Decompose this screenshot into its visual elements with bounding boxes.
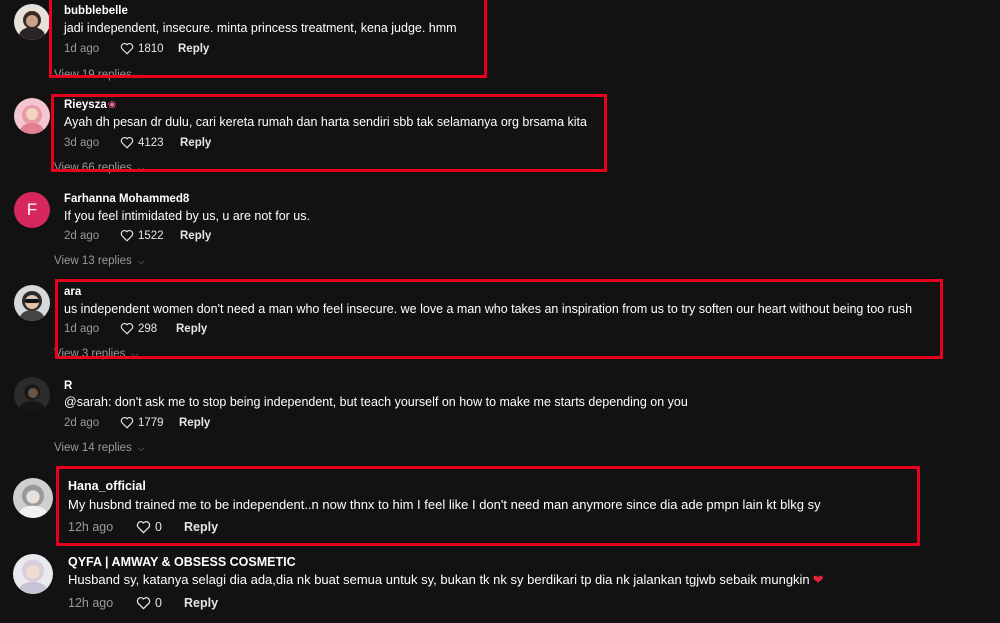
view-replies-label: View 19 replies: [54, 69, 132, 81]
view-replies-label: View 66 replies: [54, 162, 132, 174]
avatar[interactable]: [14, 377, 50, 413]
reply-button[interactable]: Reply: [184, 520, 218, 534]
comment-username[interactable]: Hana_official: [68, 479, 146, 493]
like-count: 298: [138, 322, 158, 335]
comment-meta: 12h ago 0 Reply: [68, 596, 218, 610]
like-count: 4123: [138, 136, 164, 149]
heart-icon: [136, 521, 151, 534]
avatar[interactable]: [13, 478, 53, 518]
like-button[interactable]: 0: [136, 520, 184, 534]
view-replies-button[interactable]: View 14 replies ⌵: [54, 442, 145, 454]
comment-time: 2d ago: [64, 229, 100, 242]
highlight-box: [55, 279, 943, 359]
heart-icon: [136, 597, 151, 610]
flower-icon: ❀: [107, 100, 117, 111]
comment-text: If you feel intimidated by us, u are not…: [64, 209, 310, 223]
avatar[interactable]: F: [14, 192, 50, 228]
view-replies-button[interactable]: View 66 replies ⌵: [54, 162, 145, 174]
reply-button[interactable]: Reply: [176, 323, 207, 335]
view-replies-button[interactable]: View 19 replies ⌵: [54, 69, 145, 81]
comment-username[interactable]: ara: [64, 286, 81, 298]
comment-username[interactable]: R: [64, 380, 72, 392]
heart-icon: [120, 42, 134, 55]
reply-button[interactable]: Reply: [180, 137, 211, 149]
comment-text: My husbnd trained me to be independent..…: [68, 497, 821, 512]
reply-button[interactable]: Reply: [180, 230, 211, 242]
comment-time: 3d ago: [64, 136, 100, 149]
username-label: Rieysza: [64, 99, 107, 111]
comment-time: 1d ago: [64, 42, 100, 55]
avatar[interactable]: [14, 98, 50, 134]
comment-meta: 1d ago 298 Reply: [64, 322, 207, 335]
comment-meta: 2d ago 1779 Reply: [64, 416, 210, 429]
like-button[interactable]: 1779: [120, 416, 179, 429]
comment-time: 12h ago: [68, 520, 114, 534]
like-button[interactable]: 0: [136, 596, 184, 610]
heart-icon: [120, 416, 134, 429]
avatar[interactable]: [13, 554, 53, 594]
like-count: 1779: [138, 416, 164, 429]
reply-button[interactable]: Reply: [184, 596, 218, 610]
chevron-down-icon: ⌵: [131, 348, 139, 359]
heart-icon: [120, 136, 134, 149]
comment-text: @sarah: don't ask me to stop being indep…: [64, 395, 688, 409]
view-replies-label: View 14 replies: [54, 442, 132, 454]
like-count: 0: [155, 520, 162, 534]
comment-text-label: Husband sy, katanya selagi dia ada,dia n…: [68, 572, 810, 587]
chevron-down-icon: ⌵: [137, 255, 145, 266]
avatar[interactable]: [14, 4, 50, 40]
like-count: 0: [155, 596, 162, 610]
view-replies-label: View 13 replies: [54, 255, 132, 267]
like-button[interactable]: 1522: [120, 229, 180, 242]
reply-button[interactable]: Reply: [178, 43, 209, 55]
reply-button[interactable]: Reply: [179, 417, 210, 429]
comment-time: 1d ago: [64, 322, 100, 335]
chevron-down-icon: ⌵: [137, 69, 145, 80]
comment-text: Husband sy, katanya selagi dia ada,dia n…: [68, 572, 824, 588]
comment-meta: 3d ago 4123 Reply: [64, 136, 211, 149]
view-replies-label: View 3 replies: [54, 348, 126, 360]
chevron-down-icon: ⌵: [137, 442, 145, 453]
comment-meta: 2d ago 1522 Reply: [64, 229, 211, 242]
like-button[interactable]: 4123: [120, 136, 180, 149]
heart-icon: [120, 229, 134, 242]
comment-meta: 12h ago 0 Reply: [68, 520, 218, 534]
avatar[interactable]: [14, 285, 50, 321]
like-button[interactable]: 1810: [120, 42, 178, 55]
comment-time: 12h ago: [68, 596, 114, 610]
comment-text: us independent women don't need a man wh…: [64, 302, 913, 316]
highlight-box: [51, 94, 607, 172]
chevron-down-icon: ⌵: [137, 162, 145, 173]
like-count: 1522: [138, 229, 164, 242]
view-replies-button[interactable]: View 3 replies ⌵: [54, 348, 138, 360]
comment-username[interactable]: Rieysza❀: [64, 99, 116, 111]
like-count: 1810: [138, 42, 164, 55]
red-heart-icon: ❤: [812, 572, 824, 587]
comment-username[interactable]: bubblebelle: [64, 5, 128, 17]
comment-text: jadi independent, insecure. minta prince…: [64, 21, 457, 35]
heart-icon: [120, 322, 134, 335]
comment-text: Ayah dh pesan dr dulu, cari kereta rumah…: [64, 115, 587, 129]
comment-username[interactable]: Farhanna Mohammed8: [64, 193, 189, 205]
comment-time: 2d ago: [64, 416, 100, 429]
view-replies-button[interactable]: View 13 replies ⌵: [54, 255, 145, 267]
comment-meta: 1d ago 1810 Reply: [64, 42, 209, 55]
like-button[interactable]: 298: [120, 322, 176, 335]
comment-username[interactable]: QYFA | AMWAY & OBSESS COSMETIC: [68, 555, 296, 569]
